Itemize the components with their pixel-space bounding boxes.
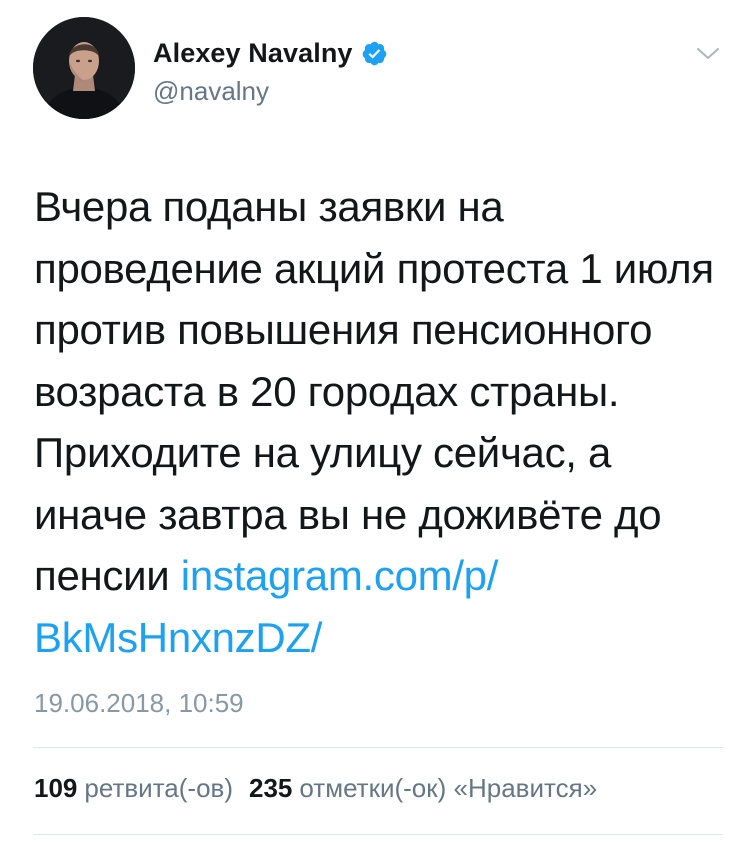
tweet-text-line: Приходите на улицу сейчас, а: [34, 429, 612, 476]
tweet-text-line: Вчера поданы заявки на: [34, 183, 504, 230]
tweet-link-part[interactable]: instagram.com/p/: [181, 552, 499, 599]
tweet-text-line: против повышения пенсионного: [34, 306, 653, 353]
tweet-text-line: пенсии instagram.com/p/: [34, 545, 724, 607]
chevron-down-icon[interactable]: [695, 44, 721, 64]
retweets-stat[interactable]: 109 ретвита(-ов): [34, 773, 233, 804]
avatar-portrait-image: [33, 17, 135, 119]
author-handle[interactable]: @navalny: [153, 76, 269, 107]
tweet-text-line: иначе завтра вы не доживёте до: [34, 490, 662, 538]
divider: [33, 747, 723, 748]
retweets-label: ретвита(-ов): [84, 773, 234, 803]
tweet-text: Вчера поданы заявки на проведение акций …: [34, 176, 724, 668]
author-display-name[interactable]: Alexey Navalny: [153, 38, 353, 69]
tweet-text-line: возраста в 20 городах страны.: [34, 367, 620, 415]
divider: [33, 834, 723, 835]
tweet-link-part[interactable]: BkMsHnxnzDZ/: [34, 614, 322, 661]
tweet-text-segment: пенсии: [34, 552, 181, 599]
tweet-text-line: проведение акций протеста 1 июля: [34, 244, 714, 292]
tweet-stats: 109 ретвита(-ов) 235 отметки(-ок) «Нрави…: [34, 773, 597, 804]
retweets-count: 109: [34, 773, 78, 803]
likes-count: 235: [249, 773, 293, 803]
tweet-card: Alexey Navalny @navalny Вчера поданы зая…: [0, 0, 750, 846]
likes-stat[interactable]: 235 отметки(-ок) «Нравится»: [249, 773, 597, 804]
likes-label: отметки(-ок) «Нравится»: [299, 773, 598, 803]
tweet-text-line: BkMsHnxnzDZ/: [34, 607, 724, 669]
author-name-row: Alexey Navalny: [153, 38, 388, 68]
verified-badge-icon: [361, 40, 388, 67]
tweet-timestamp[interactable]: 19.06.2018, 10:59: [34, 688, 244, 719]
avatar[interactable]: [33, 17, 135, 119]
